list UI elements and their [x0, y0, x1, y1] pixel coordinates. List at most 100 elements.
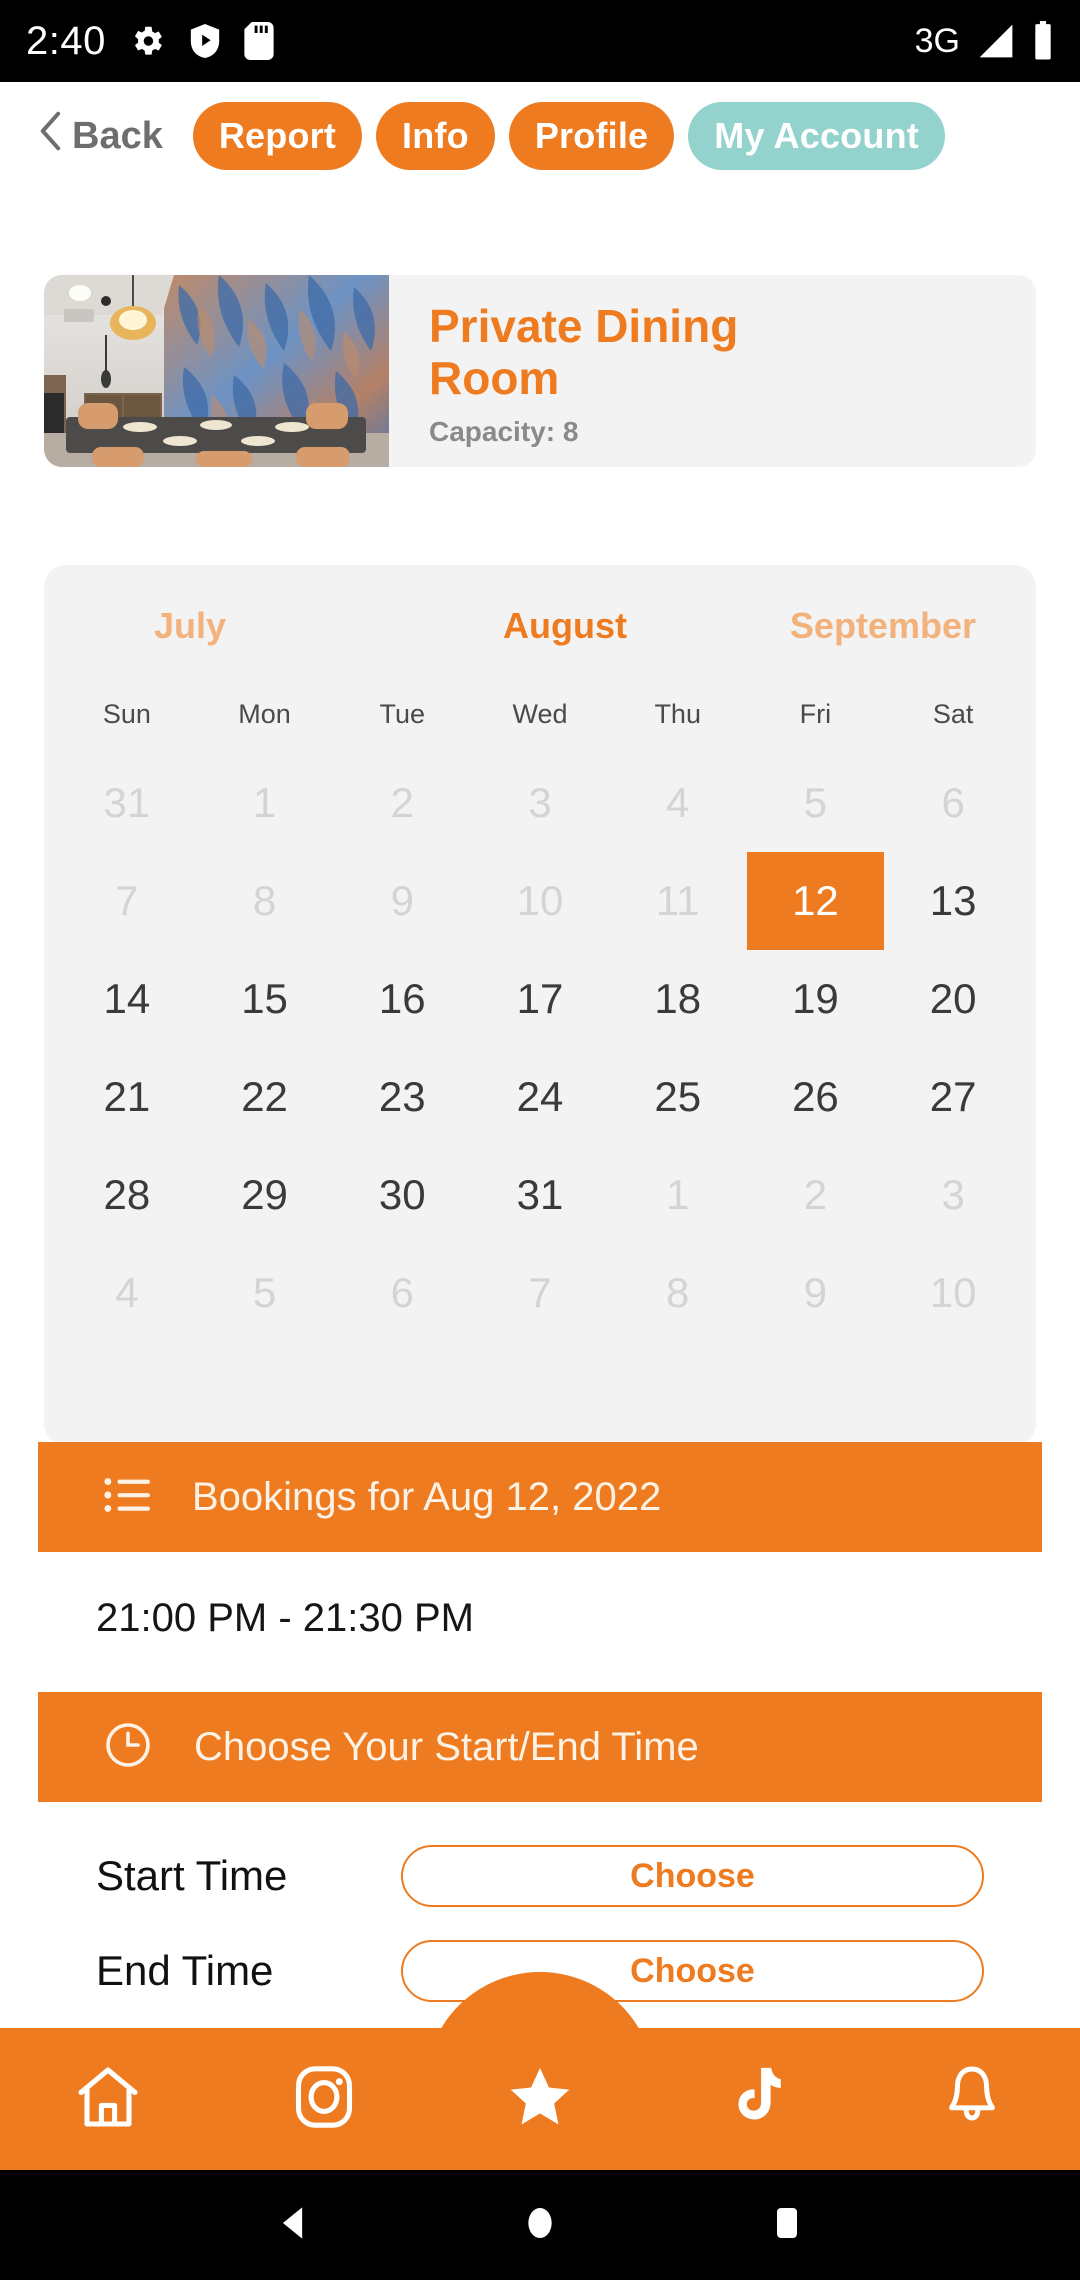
calendar-day[interactable]: 20 — [884, 950, 1022, 1048]
tab-report[interactable]: Report — [192, 102, 363, 170]
nav-recents-key[interactable] — [727, 2201, 847, 2250]
day-name-fri: Fri — [799, 699, 832, 729]
calendar-day: 7 — [115, 877, 139, 924]
calendar-day[interactable]: 21 — [58, 1048, 196, 1146]
calendar-day[interactable]: 13 — [884, 852, 1022, 950]
calendar-day: 10 — [516, 877, 564, 924]
chevron-left-icon — [38, 111, 62, 161]
calendar-day[interactable]: 30 — [333, 1146, 471, 1244]
calendar-month-next[interactable]: September — [702, 605, 986, 647]
calendar-day-selected[interactable]: 12 — [746, 852, 885, 950]
calendar-day[interactable]: 16 — [333, 950, 471, 1048]
calendar-day: 8 — [252, 877, 277, 924]
calendar-day: 6 — [390, 1269, 414, 1316]
tab-my-account[interactable]: My Account — [688, 102, 945, 170]
calendar-day: 31 — [103, 779, 151, 826]
app-screen: 2:40 3G Back Report Info Profile My Acco… — [0, 0, 1080, 2280]
battery-icon — [1032, 21, 1054, 61]
calendar-day: 9 — [390, 877, 414, 924]
calendar-day: 8 — [666, 1269, 690, 1316]
status-bar-clock: 2:40 — [26, 19, 106, 63]
settings-gear-icon — [128, 22, 166, 60]
room-info: Private Dining Room Capacity: 8 — [389, 275, 1036, 467]
calendar-day: 4 — [666, 779, 690, 826]
tab-my-account-label: My Account — [714, 115, 919, 156]
calendar-day: 3 — [528, 779, 552, 826]
recents-square-icon — [767, 2201, 807, 2250]
calendar-day: 6 — [941, 779, 965, 826]
calendar-day[interactable]: 29 — [196, 1146, 334, 1244]
calendar-day[interactable]: 14 — [58, 950, 196, 1048]
clock-icon — [104, 1721, 152, 1774]
calendar-day: 4 — [115, 1269, 139, 1316]
back-triangle-icon — [271, 2201, 315, 2250]
day-name-sat: Sat — [932, 699, 974, 729]
calendar-day[interactable]: 22 — [196, 1048, 334, 1146]
calendar-month-switcher: July August September — [44, 565, 1036, 647]
calendar-day[interactable]: 15 — [196, 950, 334, 1048]
status-bar-left: 2:40 — [26, 21, 274, 61]
calendar-day: 2 — [390, 779, 414, 826]
calendar-day[interactable]: 17 — [471, 950, 609, 1048]
calendar-month-prev[interactable]: July — [94, 605, 428, 647]
calendar-day[interactable]: 18 — [609, 950, 747, 1048]
instagram-icon — [288, 2061, 360, 2138]
calendar-panel: July August September Sun Mon Tue Wed Th… — [44, 565, 1036, 1445]
end-time-label: End Time — [96, 1947, 274, 1994]
nav-back-key[interactable] — [233, 2201, 353, 2250]
calendar-day[interactable]: 24 — [471, 1048, 609, 1146]
star-icon — [503, 2060, 577, 2139]
tab-instagram[interactable] — [216, 2061, 432, 2138]
calendar-day: 5 — [803, 779, 828, 826]
day-name-wed: Wed — [512, 699, 568, 729]
status-bar: 2:40 3G — [0, 0, 1080, 82]
signal-icon — [976, 23, 1016, 59]
calendar-day[interactable]: 27 — [884, 1048, 1022, 1146]
bookings-header-label: Bookings for Aug 12, 2022 — [192, 1474, 662, 1519]
nav-home-key[interactable] — [480, 2201, 600, 2250]
day-name-sun: Sun — [102, 699, 151, 729]
room-title: Private Dining Room — [429, 300, 739, 404]
start-time-label: Start Time — [96, 1852, 288, 1899]
tab-profile[interactable]: Profile — [508, 102, 675, 170]
calendar-month-current[interactable]: August — [428, 605, 702, 647]
tab-favorites[interactable] — [432, 2060, 648, 2139]
calendar-day[interactable]: 25 — [609, 1048, 747, 1146]
tab-profile-label: Profile — [534, 115, 649, 156]
bookings-header-bar[interactable]: Bookings for Aug 12, 2022 — [38, 1442, 1042, 1552]
tab-tiktok[interactable] — [648, 2062, 864, 2137]
calendar-day: 7 — [528, 1269, 552, 1316]
start-time-choose-button[interactable]: Choose — [401, 1845, 984, 1907]
bottom-tab-bar — [0, 2028, 1080, 2170]
calendar-grid: 31 1 2 3 4 5 6 7 8 9 10 11 12 13 14 15 16 17 18 19 20 21 22 23 2… — [44, 754, 1036, 1342]
calendar-day: 3 — [941, 1171, 965, 1218]
time-picker-header-bar[interactable]: Choose Your Start/End Time — [38, 1692, 1042, 1802]
back-button-label: Back — [72, 114, 163, 157]
tab-home[interactable] — [0, 2061, 216, 2138]
calendar-day[interactable]: 19 — [747, 950, 885, 1048]
tab-info[interactable]: Info — [376, 102, 495, 170]
calendar-day: 5 — [252, 1269, 277, 1316]
calendar-day[interactable]: 26 — [747, 1048, 885, 1146]
time-picker-header-label: Choose Your Start/End Time — [194, 1724, 699, 1769]
tab-notifications[interactable] — [864, 2062, 1080, 2137]
room-capacity: Capacity: 8 — [429, 416, 579, 448]
sd-card-icon — [244, 22, 274, 60]
network-type-label: 3G — [914, 21, 960, 60]
room-photo — [44, 275, 389, 467]
tab-report-label: Report — [218, 115, 337, 156]
tab-info-label: Info — [402, 115, 469, 156]
calendar-day: 11 — [655, 877, 700, 924]
calendar-day-names: Sun Mon Tue Wed Thu Fri Sat — [44, 699, 1036, 730]
calendar-day[interactable]: 23 — [333, 1048, 471, 1146]
day-name-thu: Thu — [654, 699, 701, 729]
top-nav-bar: Back Report Info Profile My Account — [0, 82, 1080, 190]
calendar-day[interactable]: 31 — [471, 1146, 609, 1244]
calendar-day: 1 — [666, 1171, 690, 1218]
home-circle-icon — [520, 2201, 560, 2250]
back-button[interactable]: Back — [14, 111, 179, 161]
room-card[interactable]: Private Dining Room Capacity: 8 — [44, 275, 1036, 467]
calendar-day[interactable]: 28 — [58, 1146, 196, 1244]
day-name-tue: Tue — [379, 699, 426, 729]
bell-icon — [937, 2062, 1007, 2137]
